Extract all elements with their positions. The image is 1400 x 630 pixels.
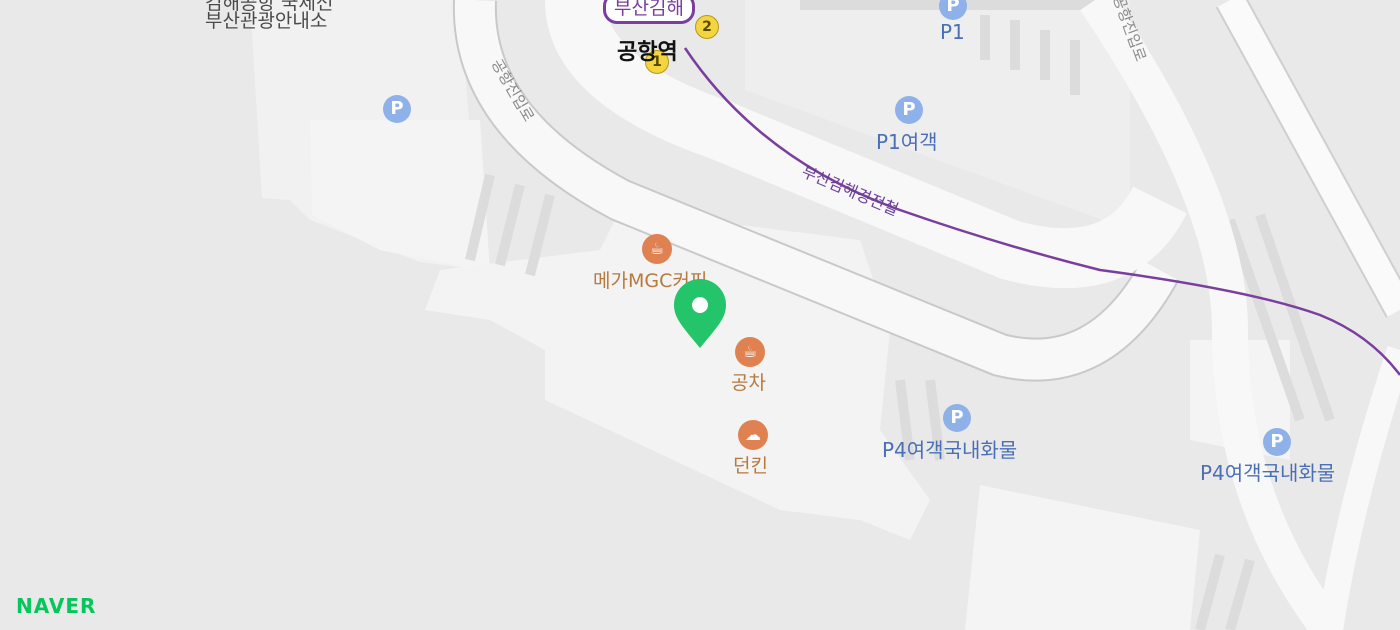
poi-gongcha[interactable]: 공차 [731, 368, 766, 395]
parking-icon[interactable]: P [943, 404, 971, 432]
cup-icon[interactable]: ☕ [735, 337, 765, 367]
parking-icon[interactable]: P [383, 95, 411, 123]
station-name[interactable]: 공항역 [617, 34, 678, 66]
parking-label-p4-a[interactable]: P4여객국내화물 [882, 434, 1017, 463]
location-pin-icon[interactable] [672, 278, 728, 350]
building-annex [310, 120, 490, 272]
parking-label-p1-passenger[interactable]: P1여객 [876, 126, 938, 155]
road-right-diagonal [1217, 0, 1400, 317]
map-canvas[interactable]: 김해공항 국제선 부산관광안내소 P P P1 P P1여객 P P4여객국내화… [0, 0, 1400, 630]
parking-label-p4-b[interactable]: P4여객국내화물 [1200, 457, 1335, 486]
poi-dunkin[interactable]: 던킨 [733, 451, 768, 478]
station-line-badge[interactable]: 부산김해 [603, 0, 695, 24]
cloud-icon[interactable]: ☁ [738, 420, 768, 450]
parking-icon[interactable]: P [895, 96, 923, 124]
cup-icon[interactable]: ☕ [642, 234, 672, 264]
naver-logo[interactable]: NAVER [16, 594, 96, 618]
station-exit-2[interactable]: 2 [695, 15, 719, 39]
parking-icon[interactable]: P [1263, 428, 1291, 456]
poi-tourist-info[interactable]: 부산관광안내소 [205, 6, 327, 33]
building-block-bottom [965, 485, 1200, 630]
parking-label-p1[interactable]: P1 [940, 20, 965, 44]
